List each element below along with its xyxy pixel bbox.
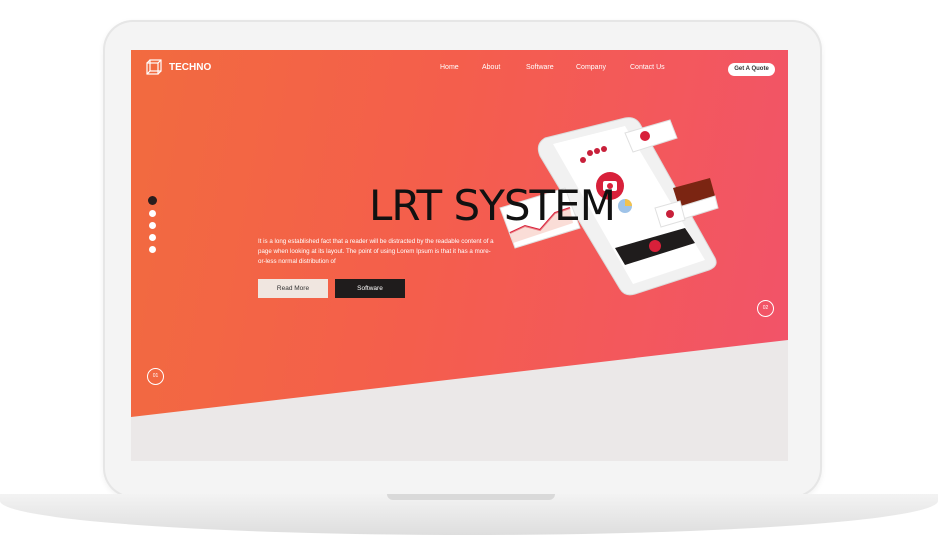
hero-title: LRT SYSTEM <box>369 181 616 230</box>
nav-home[interactable]: Home <box>440 64 459 71</box>
nav-about[interactable]: About <box>482 64 500 71</box>
slider-dot-5[interactable] <box>149 246 156 253</box>
get-quote-button[interactable]: Get A Quote <box>728 63 775 76</box>
software-button[interactable]: Software <box>335 279 405 298</box>
slider-dot-1[interactable] <box>148 196 157 205</box>
slider-dots <box>148 196 157 258</box>
nav-software[interactable]: Software <box>526 64 554 71</box>
nav-company[interactable]: Company <box>576 64 606 71</box>
hero-description: It is a long established fact that a rea… <box>258 238 494 265</box>
slider-dot-2[interactable] <box>149 210 156 217</box>
main-nav: Home About Software Company Contact Us <box>131 64 788 76</box>
read-more-button[interactable]: Read More <box>258 279 328 298</box>
nav-contact[interactable]: Contact Us <box>630 64 665 71</box>
pie-chart-icon <box>618 199 632 213</box>
laptop-notch <box>387 494 555 500</box>
laptop-screen: TECHNO Home About Software Company Conta… <box>131 50 788 461</box>
slider-dot-3[interactable] <box>149 222 156 229</box>
laptop-base <box>0 494 938 535</box>
slide-prev-button[interactable]: 01 <box>147 368 164 385</box>
slider-dot-4[interactable] <box>149 234 156 241</box>
